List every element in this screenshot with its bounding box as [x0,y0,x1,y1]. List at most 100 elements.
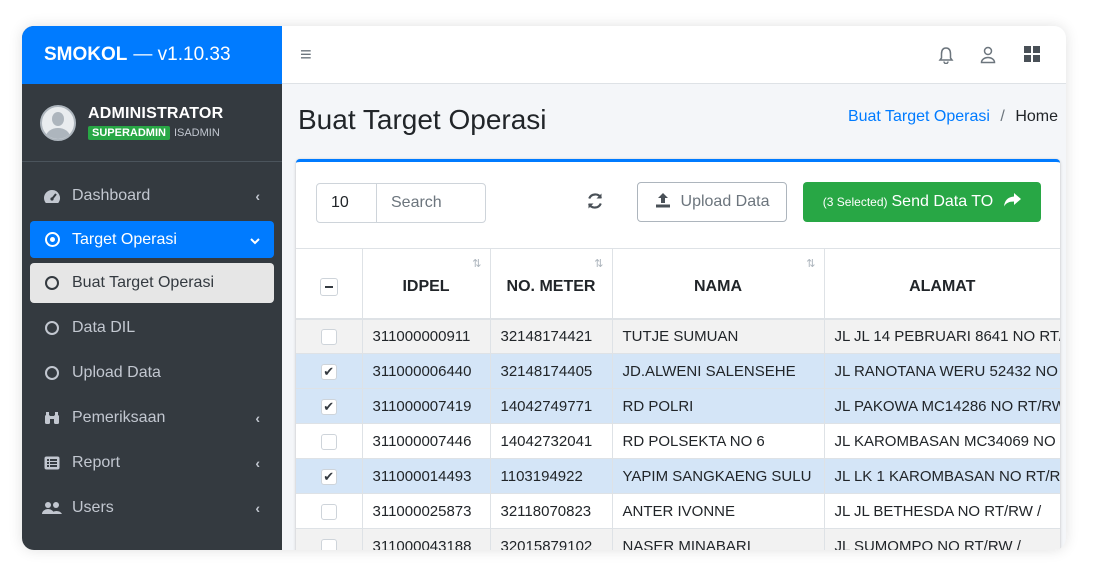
cell-alamat: JL KAROMBASAN MC34069 NO RT/RW / [824,423,1060,459]
table-row[interactable]: 311000043188 32015879102 NASER MINABARI … [296,528,1060,550]
cell-nama: TUTJE SUMUAN [612,318,825,354]
chevron-down-icon [250,232,260,248]
upload-data-button[interactable]: Upload Data [637,182,787,222]
cell-alamat: JL RANOTANA WERU 52432 NO RT/RW / [824,353,1060,389]
column-header-no-meter[interactable]: NO. METER ⇅ [490,248,613,320]
row-checkbox[interactable] [320,538,337,550]
sidebar-item-buat-target-operasi[interactable]: Buat Target Operasi [30,263,274,303]
upload-data-label: Upload Data [680,193,770,210]
table-row[interactable]: 311000025873 32118070823 ANTER IVONNE JL… [296,493,1060,529]
cell-no-meter: 14042732041 [490,423,613,459]
send-data-label: Send Data TO [891,193,994,210]
row-checkbox[interactable] [320,433,337,450]
brand-link[interactable]: SMOKOL — v1.10.33 [22,26,282,84]
selected-count: (3 Selected) [822,195,888,209]
cell-nama: RD POLSEKTA NO 6 [612,423,825,459]
circle-icon [42,366,62,380]
user-name[interactable]: ADMINISTRATOR [88,105,223,123]
select-all-header[interactable] [296,248,363,320]
sidebar-item-label: Dashboard [72,187,151,204]
cell-idpel: 311000007419 [362,388,491,424]
bell-icon[interactable] [938,46,954,69]
cell-no-meter: 32015879102 [490,528,613,550]
hamburger-menu-icon[interactable]: ≡ [300,44,312,67]
chevron-left-icon: ‹ [255,188,260,204]
column-header-nama[interactable]: NAMA ⇅ [612,248,825,320]
cell-idpel: 311000025873 [362,493,491,529]
sort-icon: ⇅ [806,258,816,270]
cell-nama: YAPIM SANGKAENG SULU [612,458,825,494]
cell-nama: JD.ALWENI SALENSEHE [612,353,825,389]
refresh-icon[interactable] [586,192,604,215]
sort-icon: ⇅ [472,258,482,270]
row-checkbox[interactable]: ✔ [320,363,337,380]
cell-nama: ANTER IVONNE [612,493,825,529]
sidebar-item-label: Report [72,454,121,471]
sidebar-item-data-dil[interactable]: Data DIL [30,308,274,348]
row-checkbox[interactable] [320,503,337,520]
cell-alamat: JL PAKOWA MC14286 NO RT/RW / [824,388,1060,424]
user-icon[interactable] [980,46,996,69]
column-header-idpel[interactable]: IDPEL ⇅ [362,248,491,320]
search-input[interactable]: Search [377,184,442,222]
circle-icon [42,321,62,335]
sidebar-item-label: Data DIL [72,319,136,336]
cell-alamat: JL JL BETHESDA NO RT/RW / [824,493,1060,529]
breadcrumb-separator: / [1000,108,1005,125]
row-checkbox[interactable]: ✔ [320,398,337,415]
sidebar-item-upload-data[interactable]: Upload Data [30,353,274,393]
avatar [40,104,76,141]
binoculars-icon [42,411,62,425]
sidebar-item-target-operasi[interactable]: Target Operasi [30,221,274,258]
cell-no-meter: 1103194922 [490,458,613,494]
brand-version: — v1.10.33 [133,44,231,65]
chevron-left-icon: ‹ [255,410,260,426]
chevron-left-icon: ‹ [255,455,260,471]
sidebar-item-label: Upload Data [72,364,161,381]
table-row[interactable]: 311000007446 14042732041 RD POLSEKTA NO … [296,423,1060,459]
cell-idpel: 311000043188 [362,528,491,550]
target-table: IDPEL ⇅ NO. METER ⇅ NAMA ⇅ ALAMAT 311000000… [296,248,1060,550]
bullseye-icon [42,232,62,247]
cell-alamat: JL SUMOMPO NO RT/RW / [824,528,1060,550]
column-header-alamat[interactable]: ALAMAT [824,248,1060,320]
list-alt-icon [42,456,62,470]
table-row[interactable]: 311000000911 32148174421 TUTJE SUMUAN JL… [296,318,1060,354]
app-window: SMOKOL — v1.10.33 ADMINISTRATOR SUPERADM… [22,26,1066,550]
users-icon [42,501,62,515]
sidebar-item-dashboard[interactable]: Dashboard ‹ [30,176,274,216]
sidebar-item-pemeriksaan[interactable]: Pemeriksaan ‹ [30,398,274,438]
send-data-button[interactable]: (3 Selected) Send Data TO [803,182,1041,222]
sidebar-item-report[interactable]: Report ‹ [30,443,274,483]
cell-alamat: JL JL 14 PEBRUARI 8641 NO RT/RW / [824,318,1060,354]
tachometer-icon [42,188,62,204]
cell-nama: RD POLRI [612,388,825,424]
sidebar: SMOKOL — v1.10.33 ADMINISTRATOR SUPERADM… [22,26,282,550]
breadcrumb: Buat Target Operasi / Home [848,108,1058,126]
sidebar-item-label: Buat Target Operasi [72,274,215,291]
per-page-select[interactable]: 10 [317,184,377,222]
target-operasi-card: 10 Search Upload Data (3 Selected) Send … [296,159,1060,550]
sidebar-item-users[interactable]: Users ‹ [30,488,274,528]
row-checkbox[interactable]: ✔ [320,468,337,485]
table-row[interactable]: ✔ 311000014493 1103194922 YAPIM SANGKAEN… [296,458,1060,494]
sidebar-item-label: Users [72,499,114,516]
breadcrumb-home[interactable]: Home [1015,108,1058,125]
breadcrumb-current[interactable]: Buat Target Operasi [848,108,990,125]
cell-idpel: 311000006440 [362,353,491,389]
role-badge: SUPERADMIN [88,126,170,140]
cell-alamat: JL LK 1 KAROMBASAN NO RT/RW / [824,458,1060,494]
user-panel: ADMINISTRATOR SUPERADMIN ISADMIN [22,84,282,162]
per-page-search-group: 10 Search [316,183,486,223]
cell-idpel: 311000007446 [362,423,491,459]
select-all-checkbox[interactable] [319,278,338,297]
circle-icon [42,276,62,290]
share-arrow-icon [1003,192,1022,212]
row-checkbox[interactable] [320,328,337,345]
cell-no-meter: 32118070823 [490,493,613,529]
grid-apps-icon[interactable] [1024,46,1040,67]
table-row[interactable]: ✔ 311000006440 32148174405 JD.ALWENI SAL… [296,353,1060,389]
table-row[interactable]: ✔ 311000007419 14042749771 RD POLRI JL P… [296,388,1060,424]
sidebar-item-label: Target Operasi [72,230,177,248]
top-navbar: ≡ [282,26,1066,84]
